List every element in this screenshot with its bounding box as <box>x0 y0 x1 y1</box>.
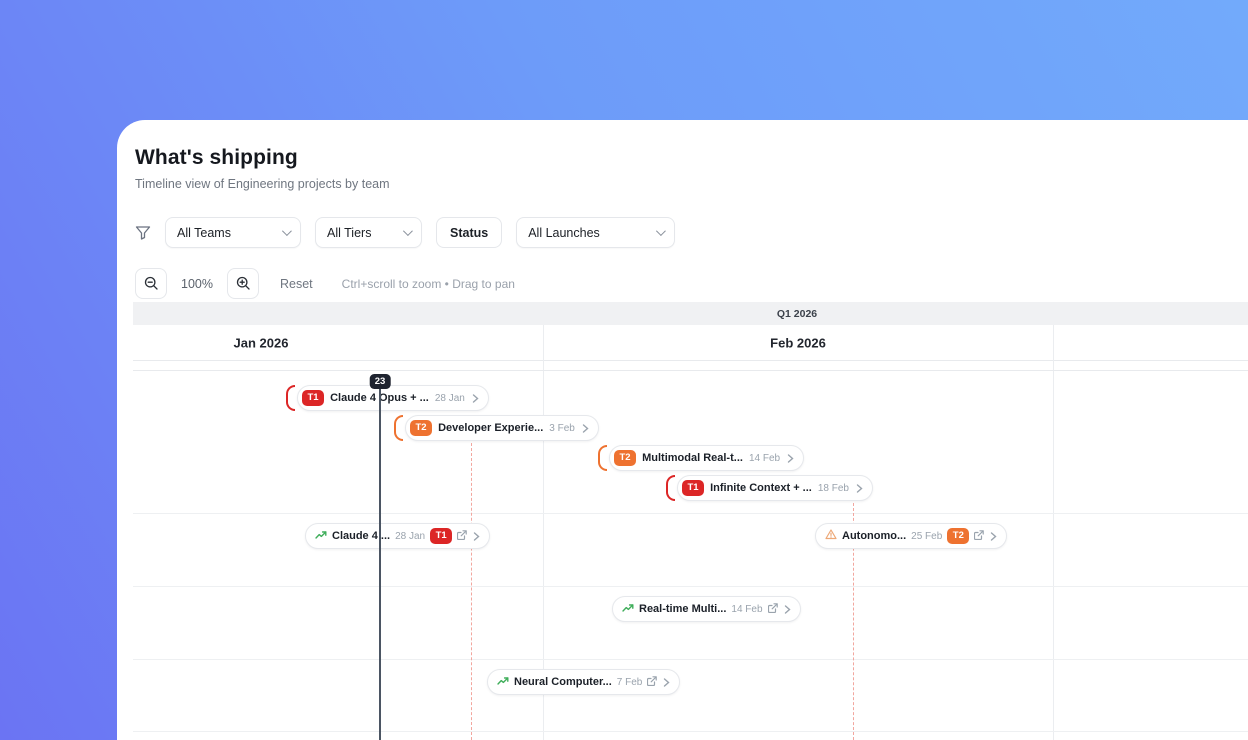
trending-up-icon <box>315 527 327 545</box>
month-header: Jan 2026 Feb 2026 <box>133 325 1248 361</box>
tier-badge: T2 <box>947 528 970 544</box>
chevron-right-icon <box>473 531 480 541</box>
today-badge: 23 <box>369 374 391 389</box>
external-link-icon <box>647 673 658 691</box>
external-link-icon <box>974 527 985 545</box>
launch-item[interactable]: Claude 4 ... 28 Jan T1 <box>305 523 491 549</box>
external-link-icon <box>767 600 778 618</box>
bar-start-arc <box>598 445 607 471</box>
page-title: What's shipping <box>135 146 298 169</box>
project-date: 18 Feb <box>817 482 849 494</box>
main-panel: What's shipping Timeline view of Enginee… <box>117 120 1248 740</box>
launch-date: 28 Jan <box>395 530 426 542</box>
launch-item[interactable]: Real-time Multi... 14 Feb <box>612 596 801 622</box>
bar-start-arc <box>666 475 675 501</box>
chevron-right-icon <box>663 677 670 687</box>
launch-item[interactable]: Neural Computer... 7 Feb <box>487 669 681 695</box>
project-bar[interactable]: T1 Claude 4 Opus + ... 28 Jan <box>286 385 489 411</box>
teams-filter-dropdown[interactable]: All Teams <box>165 217 301 248</box>
zoom-in-icon <box>236 276 250 290</box>
chevron-right-icon <box>990 531 997 541</box>
launch-name: Claude 4 ... <box>332 530 391 542</box>
filter-bar: All Teams All Tiers Status All Launches <box>135 217 1248 248</box>
zoom-hint: Ctrl+scroll to zoom • Drag to pan <box>341 276 515 291</box>
project-bar[interactable]: T2 Developer Experie... 3 Feb <box>394 415 599 441</box>
project-name: Developer Experie... <box>438 422 544 434</box>
tier-badge: T1 <box>302 390 325 406</box>
launch-date: 7 Feb <box>616 676 643 688</box>
timeline-chart: 23 T1 Claude 4 Opus + ... 28 Jan T2 Deve… <box>133 370 1248 740</box>
launches-filter-label: All Launches <box>528 225 600 240</box>
month-label-feb: Feb 2026 <box>770 335 826 350</box>
launches-filter-dropdown[interactable]: All Launches <box>516 217 676 248</box>
project-bar[interactable]: T2 Multimodal Real-t... 14 Feb <box>598 445 805 471</box>
zoom-out-button[interactable] <box>135 268 167 299</box>
timeline: Q1 2026 Jan 2026 Feb 2026 23 T1 Claude 4… <box>133 302 1248 740</box>
trending-up-icon <box>497 673 509 691</box>
row-divider <box>133 659 1248 660</box>
tier-badge: T2 <box>410 420 433 436</box>
chevron-right-icon <box>856 483 863 493</box>
zoom-out-icon <box>144 276 158 290</box>
today-line <box>379 388 381 740</box>
project-name: Multimodal Real-t... <box>642 452 743 464</box>
quarter-header: Q1 2026 <box>133 302 1248 325</box>
status-filter-button[interactable]: Status <box>436 217 503 248</box>
launch-name: Neural Computer... <box>514 676 612 688</box>
tiers-filter-label: All Tiers <box>327 225 372 240</box>
chevron-down-icon <box>402 226 413 237</box>
filter-icon <box>135 225 151 241</box>
tiers-filter-dropdown[interactable]: All Tiers <box>315 217 422 248</box>
tier-badge: T1 <box>682 480 705 496</box>
chevron-right-icon <box>784 604 791 614</box>
launch-date: 25 Feb <box>911 530 943 542</box>
zoom-level: 100% <box>181 276 213 291</box>
launch-item[interactable]: Autonomo... 25 Feb T2 <box>815 523 1008 549</box>
launch-name: Real-time Multi... <box>639 603 727 615</box>
tier-badge: T2 <box>614 450 637 466</box>
project-bar[interactable]: T1 Infinite Context + ... 18 Feb <box>666 475 873 501</box>
launch-date: 14 Feb <box>731 603 763 615</box>
teams-filter-label: All Teams <box>177 225 231 240</box>
chevron-right-icon <box>472 393 479 403</box>
project-name: Infinite Context + ... <box>710 482 812 494</box>
month-label-jan: Jan 2026 <box>233 335 289 350</box>
chevron-down-icon <box>281 226 292 237</box>
row-divider <box>133 731 1248 732</box>
bar-start-arc <box>394 415 403 441</box>
project-date: 3 Feb <box>549 422 575 434</box>
reset-zoom-button[interactable]: Reset <box>280 277 313 291</box>
chevron-right-icon <box>582 423 589 433</box>
warning-icon <box>825 527 837 545</box>
chevron-right-icon <box>787 453 794 463</box>
row-divider <box>133 586 1248 587</box>
bar-start-arc <box>286 385 295 411</box>
zoom-toolbar: 100% Reset Ctrl+scroll to zoom • Drag to… <box>135 268 1248 299</box>
chevron-down-icon <box>656 226 667 237</box>
milestone-line <box>471 443 472 740</box>
external-link-icon <box>457 527 468 545</box>
project-date: 14 Feb <box>748 452 781 464</box>
quarter-label: Q1 2026 <box>776 307 818 320</box>
trending-up-icon <box>622 600 634 618</box>
project-date: 28 Jan <box>434 392 465 404</box>
launch-name: Autonomo... <box>842 530 907 542</box>
tier-badge: T1 <box>430 528 453 544</box>
page-subtitle: Timeline view of Engineering projects by… <box>135 177 390 191</box>
row-divider <box>133 513 1248 514</box>
zoom-in-button[interactable] <box>227 268 259 299</box>
